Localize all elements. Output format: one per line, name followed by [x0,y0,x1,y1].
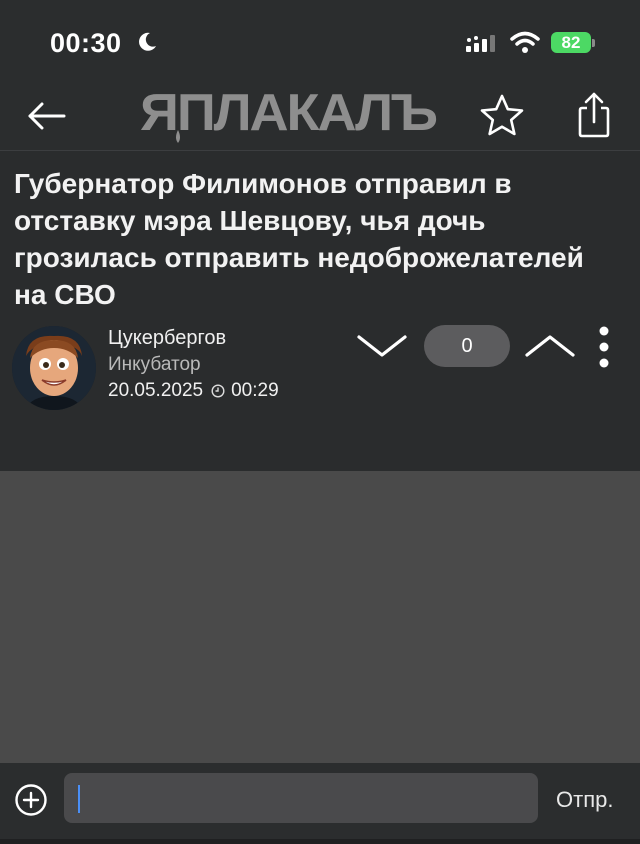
rating-badge: 0 [424,325,510,367]
moon-icon [139,32,156,51]
add-attachment-icon[interactable] [14,783,48,817]
cellular-signal-icon [466,35,495,52]
favorite-star-icon[interactable] [476,90,528,142]
post-content-area [0,471,640,763]
avatar-image [12,326,96,410]
comment-input[interactable] [64,773,538,823]
post-date: 20.05.2025 [108,380,204,401]
avatar[interactable] [12,326,96,410]
post-time: 00:29 [231,380,279,401]
back-arrow-icon[interactable] [22,92,70,140]
battery-level: 82 [561,32,581,52]
author-rank: Инкубатор [108,354,201,375]
share-icon[interactable] [568,88,620,142]
clock-icon [211,384,225,398]
vote-down-chevron-icon[interactable] [356,329,408,363]
status-time: 00:30 [50,28,122,58]
comment-compose-bar: Отпр. [0,763,640,844]
more-options-icon[interactable] [594,325,614,369]
send-button[interactable]: Отпр. [556,787,613,813]
wifi-icon [510,31,540,53]
rating-value: 0 [461,334,473,357]
post-card: Губернатор Филимонов отправил в отставку… [0,151,640,471]
bottom-edge [0,839,640,844]
site-logo[interactable]: ЯПЛАКАЛЪ [140,84,455,144]
battery-cap [592,39,595,47]
status-bar: 00:30 82 [0,0,640,82]
post-datetime: 20.05.2025 00:29 [108,380,279,402]
top-navigation-bar: ЯПЛАКАЛЪ [0,82,640,151]
vote-up-chevron-icon[interactable] [524,329,576,363]
battery-indicator: 82 [551,32,591,53]
site-logo-text: ЯПЛАКАЛЪ [140,84,437,142]
post-title: Губернатор Филимонов отправил в отставку… [14,168,584,310]
text-cursor [78,785,80,813]
author-name[interactable]: Цукербергов [108,327,226,350]
